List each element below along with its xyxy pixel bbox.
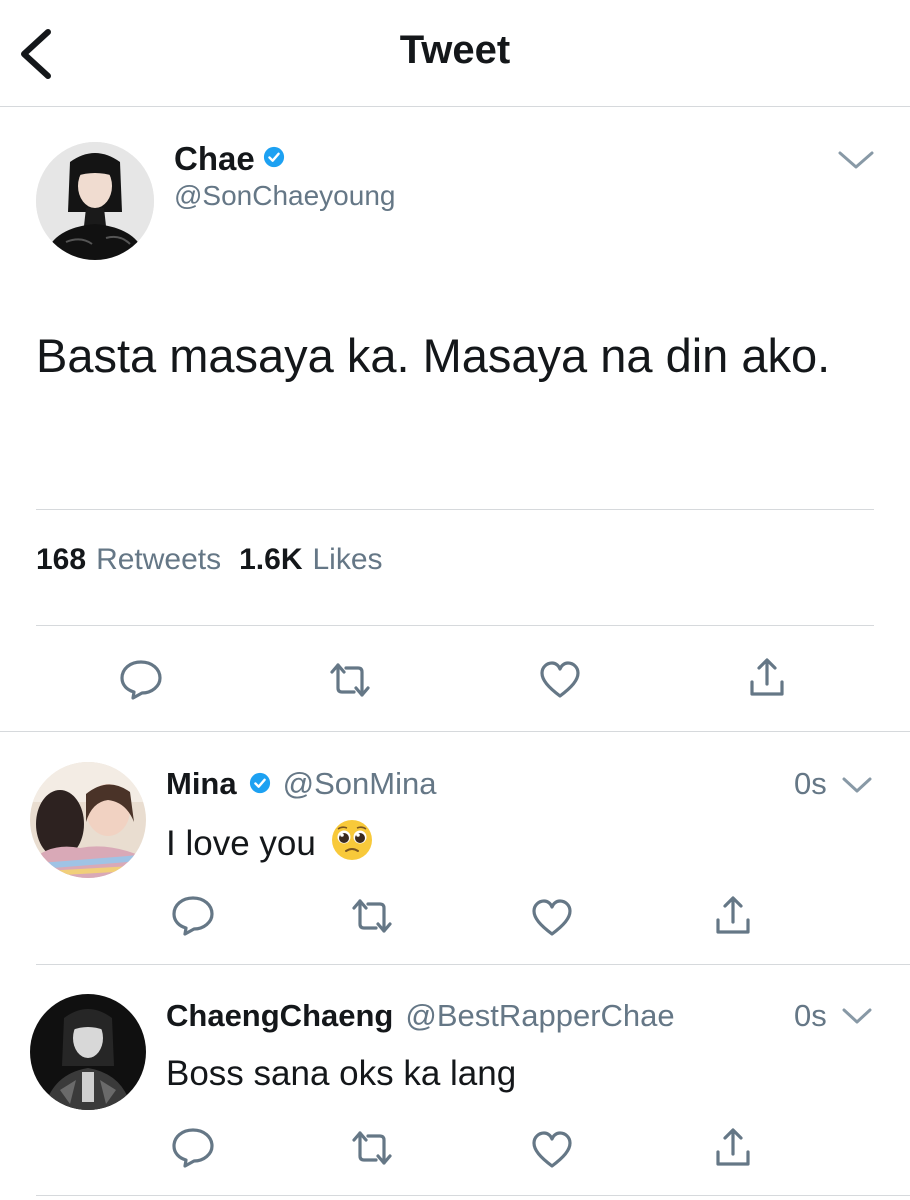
- tweet-text: Basta masaya ka. Masaya na din ako.: [36, 329, 831, 382]
- author-name[interactable]: Chae: [174, 140, 255, 178]
- retweet-icon: [352, 1131, 392, 1165]
- reply-button[interactable]: [170, 894, 216, 941]
- reply-icon: [120, 660, 162, 700]
- chevron-down-icon: [838, 151, 874, 169]
- reply-author-handle[interactable]: @BestRapperChae: [405, 998, 674, 1034]
- avatar[interactable]: [36, 142, 154, 260]
- reply-timestamp: 0s: [794, 766, 827, 801]
- like-icon: [532, 899, 572, 936]
- share-button[interactable]: [712, 894, 754, 943]
- share-button[interactable]: [712, 1126, 754, 1175]
- author-handle[interactable]: @SonChaeyoung: [174, 180, 395, 212]
- reply-divider: [36, 964, 910, 965]
- reply-button[interactable]: [118, 658, 164, 705]
- tweet-stats: 168 Retweets 1.6K Likes: [36, 540, 383, 580]
- avatar-image: [36, 142, 154, 260]
- avatar-image: [30, 994, 146, 1110]
- share-icon: [716, 1128, 750, 1166]
- page-title: Tweet: [399, 28, 511, 72]
- chevron-down-icon: [842, 1008, 872, 1024]
- tweet-menu-button[interactable]: [836, 148, 876, 172]
- verified-badge-icon: [249, 766, 271, 802]
- reply-author-name[interactable]: Mina: [166, 766, 237, 802]
- share-icon: [750, 658, 784, 696]
- stats-divider-bottom: [36, 625, 874, 626]
- reply-author-name[interactable]: ChaengChaeng: [166, 998, 393, 1034]
- share-button[interactable]: [746, 656, 788, 705]
- chevron-down-icon: [842, 777, 872, 793]
- verified-badge-icon: [263, 146, 285, 173]
- reply-divider: [36, 1195, 910, 1196]
- reply-timestamp: 0s: [794, 998, 827, 1033]
- retweet-button[interactable]: [348, 1128, 396, 1173]
- pleading-face-emoji: [330, 818, 374, 871]
- header-divider: [0, 106, 910, 107]
- reply-text: I love you: [166, 824, 316, 863]
- like-button[interactable]: [538, 660, 582, 705]
- retweets-count[interactable]: 168: [36, 543, 86, 577]
- likes-label[interactable]: Likes: [313, 543, 383, 577]
- avatar[interactable]: [30, 994, 146, 1110]
- retweets-label[interactable]: Retweets: [96, 543, 221, 577]
- avatar-image: [30, 762, 146, 878]
- reply-menu-button[interactable]: [840, 775, 874, 795]
- stats-divider-top: [36, 509, 874, 510]
- reply-icon: [172, 1128, 214, 1168]
- reply-icon: [172, 896, 214, 936]
- like-button[interactable]: [530, 1130, 574, 1175]
- section-divider: [0, 731, 910, 732]
- retweet-button[interactable]: [326, 660, 374, 705]
- like-icon: [540, 661, 580, 698]
- reply-text: Boss sana oks ka lang: [166, 1054, 517, 1093]
- reply-menu-button[interactable]: [840, 1006, 874, 1026]
- retweet-icon: [352, 899, 392, 933]
- avatar[interactable]: [30, 762, 146, 878]
- like-button[interactable]: [530, 898, 574, 943]
- retweet-icon: [330, 663, 370, 697]
- share-icon: [716, 896, 750, 934]
- likes-count[interactable]: 1.6K: [239, 543, 302, 577]
- reply-button[interactable]: [170, 1126, 216, 1173]
- retweet-button[interactable]: [348, 896, 396, 941]
- like-icon: [532, 1131, 572, 1168]
- reply-author-handle[interactable]: @SonMina: [283, 766, 437, 802]
